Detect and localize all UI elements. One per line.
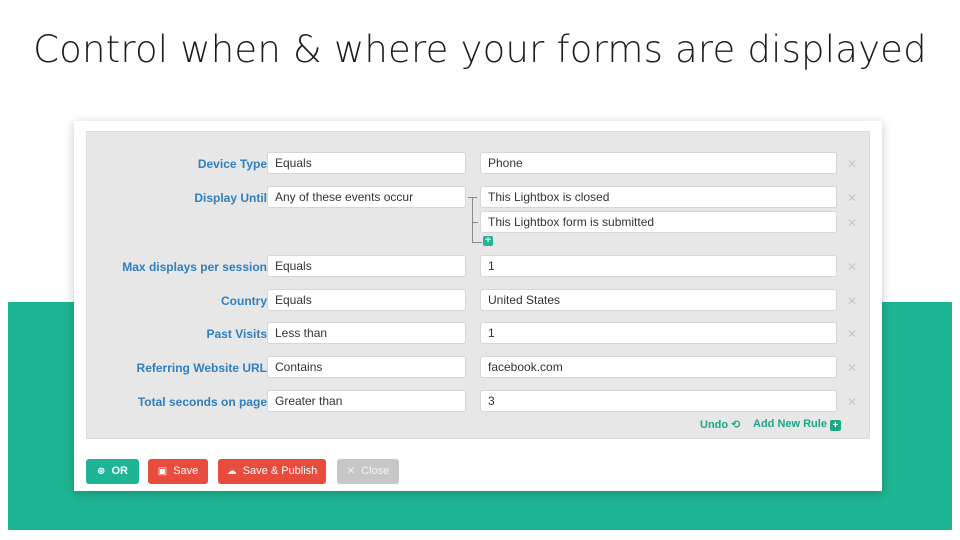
or-button-label: OR	[111, 465, 128, 477]
x-icon: ✕	[346, 466, 356, 477]
cloud-upload-icon: ☁	[226, 466, 237, 477]
rule-label-max-displays: Max displays per session	[122, 260, 267, 274]
rules-panel: Device Type Equals Phone ✕ Display Until…	[86, 131, 870, 439]
remove-rule-icon[interactable]: ✕	[846, 261, 858, 273]
rule-label-country: Country	[221, 294, 267, 308]
rule-label-past-visits: Past Visits	[206, 327, 267, 341]
remove-rule-icon[interactable]: ✕	[846, 362, 858, 374]
tree-connector	[472, 242, 482, 243]
remove-rule-icon[interactable]: ✕	[846, 328, 858, 340]
save-button[interactable]: ▣ Save	[148, 459, 208, 484]
add-new-rule-link[interactable]: Add New Rule +	[753, 418, 841, 431]
remove-rule-icon[interactable]: ✕	[846, 396, 858, 408]
rules-editor-card: Device Type Equals Phone ✕ Display Until…	[74, 121, 882, 491]
plus-square-icon: +	[829, 420, 841, 431]
close-button-label: Close	[361, 465, 390, 477]
rule-label-total-seconds: Total seconds on page	[137, 395, 267, 409]
save-button-label: Save	[173, 465, 199, 477]
undo-link[interactable]: Undo ⟲	[700, 418, 740, 431]
close-button[interactable]: ✕ Close	[337, 459, 399, 484]
add-new-rule-label: Add New Rule	[753, 418, 827, 430]
floppy-disk-icon: ▣	[157, 466, 168, 477]
past-visits-operator-select[interactable]: Less than	[267, 322, 466, 344]
total-seconds-value-field[interactable]: 3	[480, 390, 837, 412]
past-visits-value-field[interactable]: 1	[480, 322, 837, 344]
tree-connector	[472, 222, 478, 223]
remove-rule-icon[interactable]: ✕	[846, 158, 858, 170]
max-displays-operator-select[interactable]: Equals	[267, 255, 466, 277]
country-operator-select[interactable]: Equals	[267, 289, 466, 311]
tree-connector	[472, 197, 473, 243]
remove-rule-icon[interactable]: ✕	[846, 295, 858, 307]
rule-label-display-until: Display Until	[194, 191, 267, 205]
undo-icon: ⟲	[731, 419, 741, 431]
display-until-value-field-1[interactable]: This Lightbox is closed	[480, 186, 837, 208]
remove-rule-icon[interactable]: ✕	[846, 192, 858, 204]
page-headline: Control when & where your forms are disp…	[33, 28, 927, 71]
display-until-operator-select[interactable]: Any of these events occur	[267, 186, 466, 208]
save-publish-label: Save & Publish	[242, 465, 318, 477]
display-until-value-field-2[interactable]: This Lightbox form is submitted	[480, 211, 837, 233]
add-value-icon[interactable]: +	[483, 236, 493, 246]
rule-label-referring-url: Referring Website URL	[136, 361, 267, 375]
plus-circle-icon: ⊕	[97, 466, 106, 477]
save-and-publish-button[interactable]: ☁ Save & Publish	[218, 459, 326, 484]
device-type-value-field[interactable]: Phone	[480, 152, 837, 174]
referring-url-operator-select[interactable]: Contains	[267, 356, 466, 378]
undo-label: Undo	[700, 419, 729, 431]
remove-value-icon[interactable]: ✕	[846, 217, 858, 229]
or-button[interactable]: ⊕ OR	[86, 459, 139, 484]
device-type-operator-select[interactable]: Equals	[267, 152, 466, 174]
rule-label-device-type: Device Type	[197, 157, 267, 171]
total-seconds-operator-select[interactable]: Greater than	[267, 390, 466, 412]
referring-url-value-field[interactable]: facebook.com	[480, 356, 837, 378]
max-displays-value-field[interactable]: 1	[480, 255, 837, 277]
country-value-field[interactable]: United States	[480, 289, 837, 311]
